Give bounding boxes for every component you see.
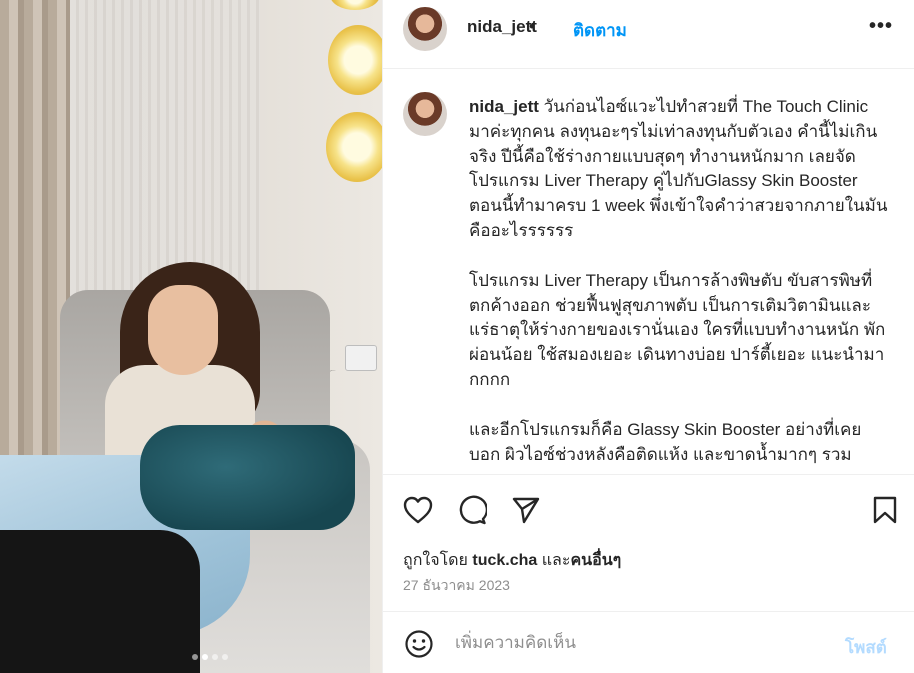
liker-username[interactable]: tuck.cha: [472, 552, 537, 569]
bookmark-icon[interactable]: [867, 492, 903, 528]
post-details-panel: nida_jett • ติดตาม ••• nida_jett วันก่อน…: [382, 0, 914, 673]
carousel-dot[interactable]: [222, 654, 228, 660]
post-date[interactable]: 27 ธันวาคม 2023: [403, 575, 510, 597]
comment-bar: โพสต์: [383, 611, 914, 673]
carousel-dot[interactable]: [192, 654, 198, 660]
caption-paragraph: และอีกโปรแกรมก็คือ Glassy Skin Booster อ…: [469, 419, 862, 464]
header-separator: •: [529, 17, 535, 36]
more-options-icon[interactable]: •••: [863, 11, 899, 41]
heart-icon[interactable]: [400, 492, 436, 528]
caption-scroll-area[interactable]: nida_jett วันก่อนไอซ์แวะไปทำสวยที่ The T…: [383, 70, 914, 473]
likes-middle: และ: [537, 552, 571, 569]
teal-pillow: [140, 425, 355, 530]
smiley-icon[interactable]: [401, 626, 437, 662]
comment-icon[interactable]: [454, 492, 490, 528]
carousel-dot-active[interactable]: [202, 654, 208, 660]
header-username[interactable]: nida_jett: [467, 17, 537, 37]
wall-outlet: [345, 345, 377, 371]
woman-pants: [0, 530, 200, 673]
action-bar: [383, 474, 914, 544]
caption-paragraph: โปรแกรม Liver Therapy เป็นการล้างพิษตับ …: [469, 270, 886, 389]
carousel-dot[interactable]: [212, 654, 218, 660]
comment-input[interactable]: [455, 630, 815, 656]
follow-button[interactable]: ติดตาม: [573, 17, 627, 44]
post-caption: nida_jett วันก่อนไอซ์แวะไปทำสวยที่ The T…: [469, 95, 889, 467]
post-photo[interactable]: [0, 0, 382, 673]
lamp-light: [328, 25, 382, 95]
caption-text: วันก่อนไอซ์แวะไปทำสวยที่ The Touch Clini…: [469, 97, 888, 240]
likes-prefix: ถูกใจโดย: [403, 552, 473, 569]
likes-line: ถูกใจโดย tuck.cha และคนอื่นๆ: [403, 548, 621, 573]
avatar[interactable]: [403, 92, 447, 136]
likes-others-link[interactable]: คนอื่นๆ: [570, 552, 621, 569]
post-comment-button[interactable]: โพสต์: [845, 634, 887, 661]
caption-paragraph: nida_jett วันก่อนไอซ์แวะไปทำสวยที่ The T…: [469, 95, 889, 244]
avatar[interactable]: [403, 7, 447, 51]
paper-plane-icon[interactable]: [508, 492, 544, 528]
carousel-dots: [192, 654, 228, 660]
post-header: nida_jett • ติดตาม •••: [383, 0, 914, 69]
woman-face: [148, 285, 218, 375]
caption-username[interactable]: nida_jett: [469, 97, 539, 116]
lamp-light: [330, 0, 380, 10]
lamp-light: [326, 112, 382, 182]
